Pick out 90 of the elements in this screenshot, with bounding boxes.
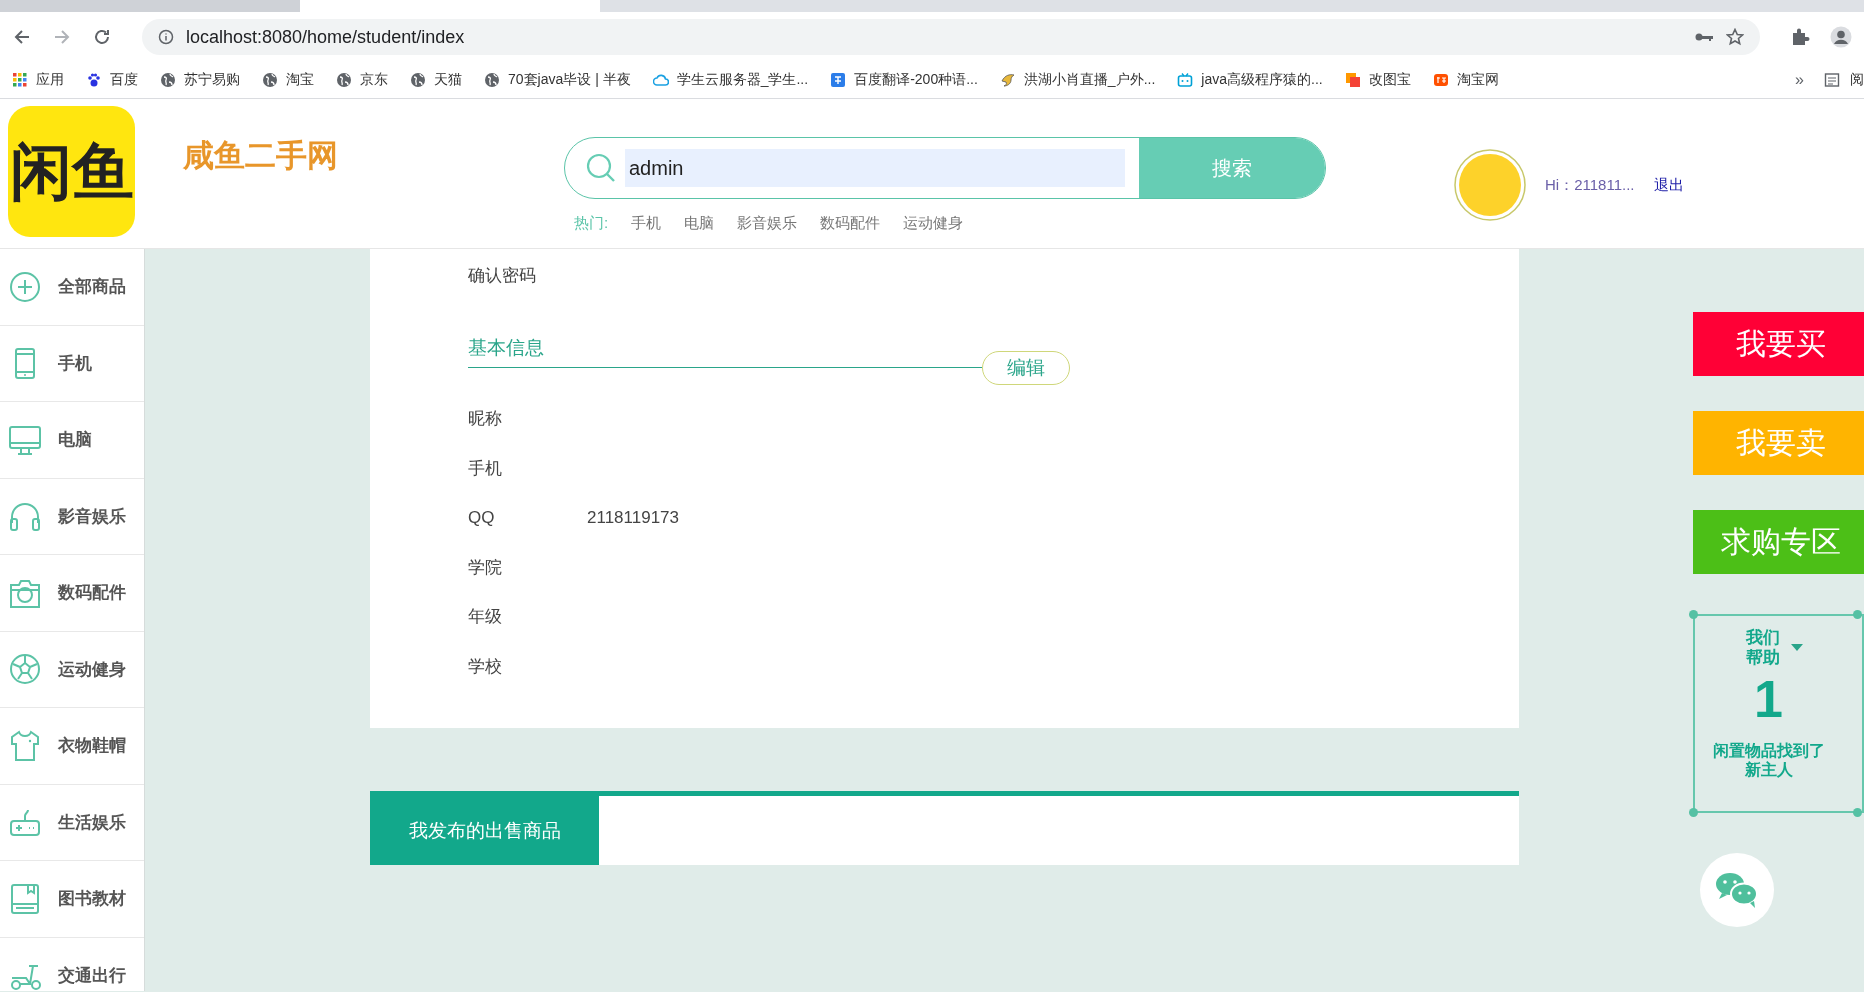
help-title: 我们帮助 — [1745, 628, 1781, 669]
search-icon — [585, 152, 617, 184]
list-icon — [1824, 72, 1840, 88]
field-label: 昵称 — [468, 408, 503, 431]
search-field[interactable]: admin — [625, 149, 1125, 187]
field-label: 手机 — [468, 457, 503, 480]
corner-dot — [1853, 610, 1862, 619]
profile-icon[interactable] — [1830, 26, 1852, 48]
caret-icon — [1791, 644, 1804, 653]
hot-label: 热门: — [574, 214, 609, 233]
sidebar-item[interactable]: 影音娱乐 — [0, 478, 144, 555]
sidebar-item[interactable]: 电脑 — [0, 402, 144, 479]
bookmark[interactable]: 70套java毕设 | 半夜 — [484, 71, 631, 89]
sidebar-item[interactable]: 生活娱乐 — [0, 784, 144, 861]
globe-icon — [262, 72, 278, 88]
sidebar-item[interactable]: 全部商品 — [0, 249, 144, 326]
sidebar-label: 生活娱乐 — [58, 811, 126, 834]
sidebar-label: 影音娱乐 — [58, 505, 126, 528]
sidebar-item[interactable]: 衣物鞋帽 — [0, 708, 144, 785]
sidebar-label: 交通出行 — [58, 964, 126, 987]
bookmark[interactable]: java高级程序猿的... — [1177, 71, 1323, 89]
hot-link[interactable]: 运动健身 — [903, 214, 964, 233]
action-button[interactable]: 我要买 — [1693, 312, 1864, 376]
field-label: QQ — [468, 507, 496, 528]
info-icon — [158, 29, 174, 45]
field-label: 学校 — [468, 655, 503, 678]
logout-link[interactable]: 退出 — [1654, 175, 1684, 195]
help-count: 1 — [1754, 672, 1783, 725]
square-icon — [1344, 72, 1361, 88]
globe-icon — [160, 72, 176, 88]
hot-link[interactable]: 影音娱乐 — [737, 214, 798, 233]
sidebar-label: 运动健身 — [58, 658, 126, 681]
bookmark[interactable]: 改图宝 — [1344, 71, 1411, 89]
greeting-text: Hi：211811... — [1545, 175, 1636, 195]
bookmark[interactable]: 淘宝 — [262, 71, 314, 89]
sidebar-item[interactable]: 手机 — [0, 325, 144, 402]
bookmark[interactable]: 学生云服务器_学生... — [652, 71, 809, 89]
hot-link[interactable]: 手机 — [631, 214, 662, 233]
field-value: 2118119173 — [587, 507, 680, 528]
sidebar-item[interactable]: 数码配件 — [0, 555, 144, 632]
cloud-icon — [652, 72, 669, 88]
sidebar-label: 图书教材 — [58, 888, 126, 911]
translate-icon — [830, 72, 847, 88]
sidebar-label: 全部商品 — [58, 276, 126, 299]
paw-icon — [86, 72, 102, 88]
tv-icon — [1177, 72, 1194, 88]
corner-dot — [1689, 808, 1698, 817]
bookmark[interactable]: 淘宝网 — [1432, 71, 1499, 89]
bookmark[interactable]: 苏宁易购 — [160, 71, 240, 89]
sidebar-item[interactable]: 图书教材 — [0, 861, 144, 938]
reload-icon[interactable] — [92, 27, 112, 47]
field-label: 年级 — [468, 606, 503, 629]
bookmark[interactable]: 天猫 — [410, 71, 462, 89]
puzzle-icon[interactable] — [1790, 27, 1810, 47]
globe-icon — [484, 72, 500, 88]
book-icon — [8, 881, 42, 916]
globe-icon — [410, 72, 426, 88]
apps-icon — [12, 72, 28, 88]
bird-icon — [999, 72, 1016, 88]
more-bookmarks-button[interactable]: » — [1795, 71, 1804, 89]
hot-link[interactable]: 电脑 — [684, 214, 715, 233]
star-icon[interactable] — [1726, 28, 1744, 46]
corner-dot — [1853, 808, 1862, 817]
ball-icon — [8, 652, 42, 687]
help-caption: 闲置物品找到了新主人 — [1711, 740, 1826, 780]
field-label: 学院 — [468, 556, 503, 579]
bookmark[interactable]: 应用 — [12, 71, 64, 89]
hot-link[interactable]: 数码配件 — [820, 214, 881, 233]
logo[interactable]: 闲鱼 — [8, 106, 135, 237]
sidebar-item[interactable]: 运动健身 — [0, 631, 144, 708]
sidebar-label: 手机 — [58, 352, 92, 375]
sidebar-label: 电脑 — [58, 429, 92, 452]
shirt-icon — [8, 728, 42, 763]
url-text: localhost:8080/home/student/index — [186, 26, 465, 48]
plus-icon — [8, 269, 42, 304]
bookmark[interactable]: 京东 — [336, 71, 388, 89]
section-title: 基本信息 — [468, 335, 982, 368]
reading-list-button[interactable]: 阅 — [1824, 71, 1864, 89]
site-title: 咸鱼二手网 — [183, 137, 339, 175]
address-bar[interactable]: localhost:8080/home/student/index — [142, 19, 1760, 55]
taobao-icon — [1432, 72, 1449, 88]
bookmark[interactable]: 百度翻译-200种语... — [830, 71, 978, 89]
bookmark[interactable]: 百度 — [86, 71, 138, 89]
corner-dot — [1689, 610, 1698, 619]
sidebar-item[interactable]: 交通出行 — [0, 937, 144, 992]
sidebar-label: 衣物鞋帽 — [58, 735, 126, 758]
sidebar-label: 数码配件 — [58, 582, 126, 605]
bookmark[interactable]: 洪湖小肖直播_户外... — [999, 71, 1156, 89]
globe-icon — [336, 72, 352, 88]
field-label: 确认密码 — [468, 265, 537, 287]
